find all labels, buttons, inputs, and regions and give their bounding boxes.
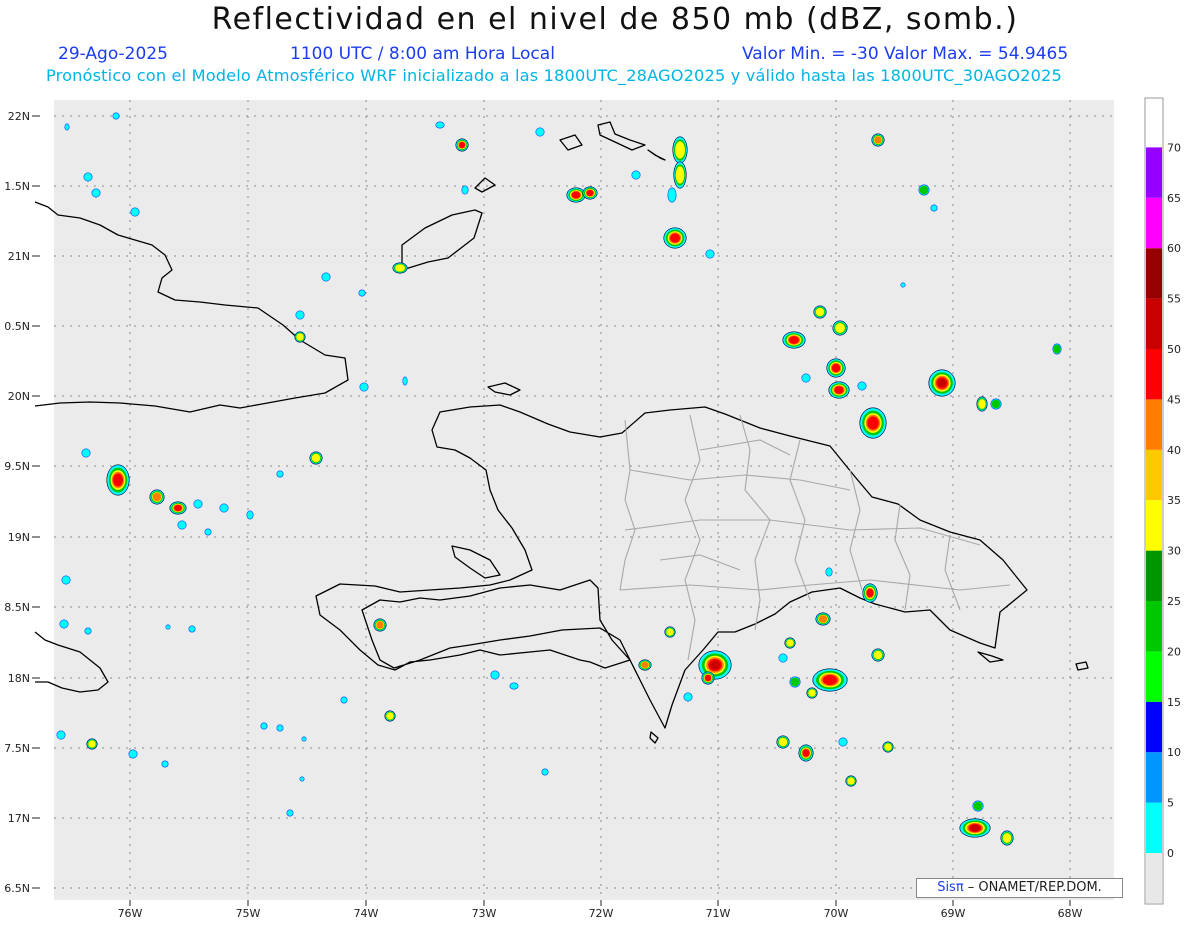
colorbar-label: 5	[1167, 797, 1174, 810]
colorbar-swatch	[1146, 550, 1162, 601]
colorbar-swatch	[1146, 601, 1162, 652]
colorbar-label: 70	[1167, 141, 1181, 154]
colorbar-swatch	[1146, 500, 1162, 551]
colorbar-label: 10	[1167, 746, 1181, 759]
colorbar-label: 30	[1167, 545, 1181, 558]
colorbar-below-zero	[1146, 853, 1162, 903]
colorbar-label: 60	[1167, 242, 1181, 255]
colorbar-swatch	[1146, 248, 1162, 299]
colorbar-label: 15	[1167, 696, 1181, 709]
credit-box: Sisπ – ONAMET/REP.DOM.	[916, 878, 1123, 898]
colorbar-label: 40	[1167, 444, 1181, 457]
colorbar-swatch	[1146, 449, 1162, 501]
colorbar-label: 45	[1167, 393, 1181, 406]
colorbar-label: 35	[1167, 494, 1181, 507]
colorbar-swatch	[1146, 197, 1162, 249]
colorbar: 0 5 10 15 20 25 30 35 40 45 50 55 60 65 70	[1144, 97, 1181, 905]
colorbar-label: 0	[1167, 847, 1174, 860]
colorbar-swatch	[1146, 701, 1162, 753]
colorbar-swatch	[1146, 651, 1162, 702]
colorbar-label: 50	[1167, 343, 1181, 356]
colorbar-swatch	[1146, 802, 1162, 853]
colorbar-swatch	[1146, 752, 1162, 803]
colorbar-swatch	[1146, 298, 1162, 349]
sis-logo-text: Sisπ	[937, 880, 964, 895]
colorbar-label: 20	[1167, 645, 1181, 658]
colorbar-swatch	[1146, 147, 1162, 198]
colorbar-label: 25	[1167, 595, 1181, 608]
credit-text: – ONAMET/REP.DOM.	[963, 880, 1102, 895]
colorbar-label: 55	[1167, 293, 1181, 306]
colorbar-swatch	[1146, 349, 1162, 400]
colorbar-label: 65	[1167, 192, 1181, 205]
colorbar-swatch	[1146, 399, 1162, 450]
